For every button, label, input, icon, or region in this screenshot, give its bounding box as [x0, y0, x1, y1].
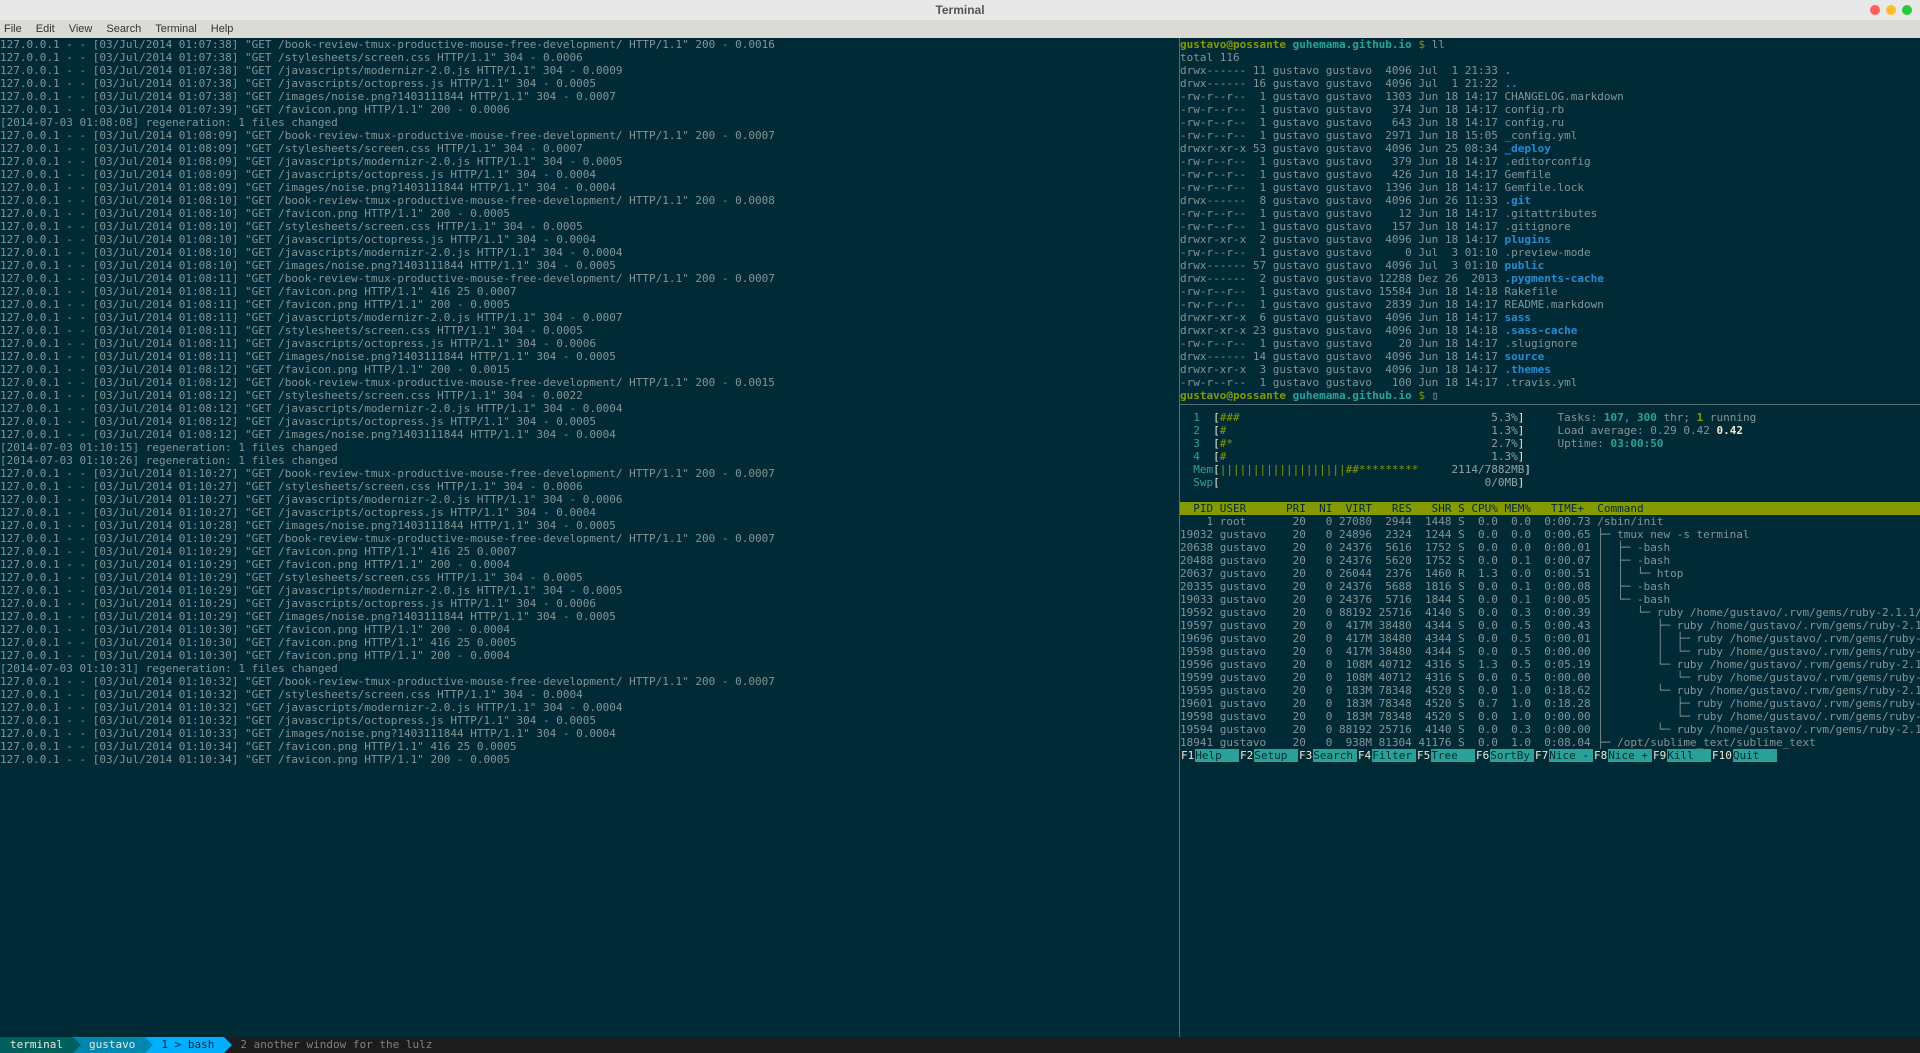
status-window-active[interactable]: 1 > bash: [145, 1037, 224, 1053]
fkey-f4[interactable]: F4: [1357, 749, 1372, 762]
fkey-f5[interactable]: F5: [1416, 749, 1431, 762]
menu-view[interactable]: View: [69, 23, 93, 35]
fkey-f7[interactable]: F7: [1534, 749, 1549, 762]
fkey-f10[interactable]: F10: [1711, 749, 1733, 762]
log-pane[interactable]: 127.0.0.1 - - [03/Jul/2014 01:07:38] "GE…: [0, 38, 1180, 1037]
fkey-f3[interactable]: F3: [1298, 749, 1313, 762]
menubar: File Edit View Search Terminal Help: [0, 20, 1920, 38]
fkey-f9[interactable]: F9: [1652, 749, 1667, 762]
htop-pane[interactable]: 1 [### 5.3%] Tasks: 107, 300 thr; 1 runn…: [1180, 405, 1920, 1037]
htop-function-keys: F1Help F2Setup F3SearchF4FilterF5Tree F6…: [1180, 749, 1920, 762]
status-user[interactable]: gustavo: [73, 1037, 145, 1053]
status-window-inactive[interactable]: 2 another window for the lulz: [224, 1037, 432, 1053]
menu-edit[interactable]: Edit: [36, 23, 55, 35]
menu-help[interactable]: Help: [211, 23, 234, 35]
shell-pane[interactable]: gustavo@possante guhemama.github.io $ ll…: [1180, 38, 1920, 405]
fkey-f8[interactable]: F8: [1593, 749, 1608, 762]
fkey-f6[interactable]: F6: [1475, 749, 1490, 762]
maximize-icon[interactable]: [1902, 5, 1912, 15]
fkey-f1[interactable]: F1: [1180, 749, 1195, 762]
close-icon[interactable]: [1870, 5, 1880, 15]
window-titlebar: Terminal: [0, 0, 1920, 20]
tmux-statusbar: terminal gustavo 1 > bash 2 another wind…: [0, 1037, 1920, 1053]
fkey-f2[interactable]: F2: [1239, 749, 1254, 762]
menu-file[interactable]: File: [4, 23, 22, 35]
menu-search[interactable]: Search: [106, 23, 141, 35]
status-session[interactable]: terminal: [0, 1037, 73, 1053]
window-title: Terminal: [935, 3, 984, 17]
minimize-icon[interactable]: [1886, 5, 1896, 15]
menu-terminal[interactable]: Terminal: [155, 23, 197, 35]
traffic-lights: [1870, 5, 1912, 15]
tmux-workspace: 127.0.0.1 - - [03/Jul/2014 01:07:38] "GE…: [0, 38, 1920, 1037]
